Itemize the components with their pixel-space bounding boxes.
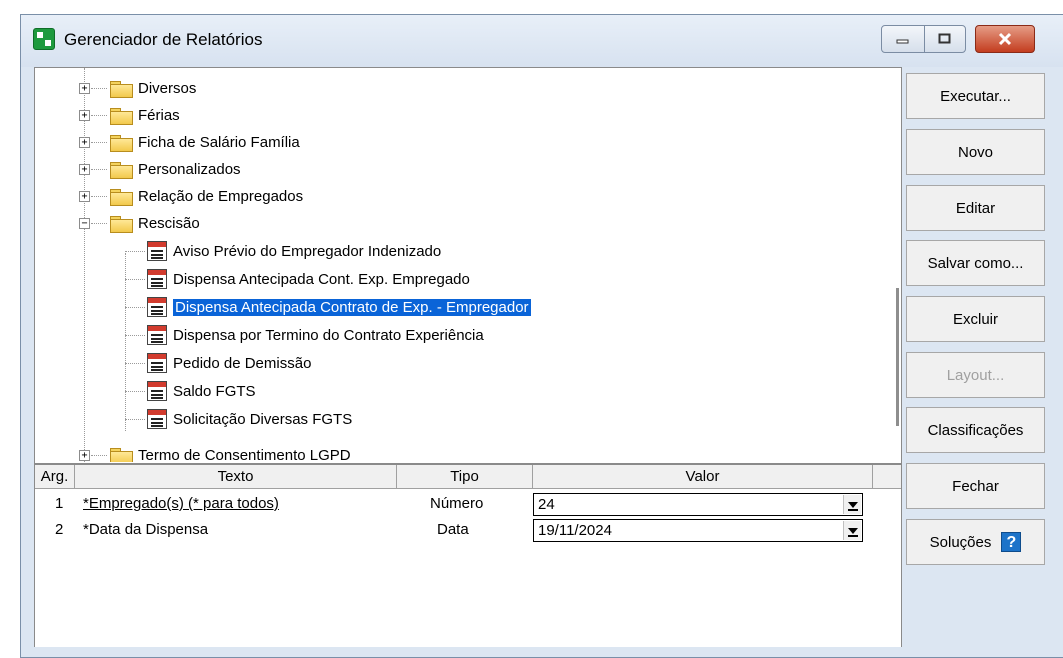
expand-icon[interactable]: + [79, 450, 90, 461]
expand-icon[interactable]: + [79, 191, 90, 202]
folder-icon [110, 188, 133, 206]
tree-item-label: Pedido de Demissão [173, 354, 312, 372]
tree-item-rescisao[interactable]: − Rescisão [79, 210, 200, 236]
classificacoes-button[interactable]: Classificações [906, 407, 1045, 453]
tree-item-label: Dispensa Antecipada Contrato de Exp. - E… [173, 298, 531, 316]
report-icon [147, 353, 167, 373]
app-icon [33, 28, 55, 50]
minimize-button[interactable] [881, 25, 925, 53]
valor-dropdown[interactable]: 19/11/2024 [533, 519, 863, 542]
header-valor[interactable]: Valor [533, 465, 873, 489]
grid-header: Arg. Texto Tipo Valor [35, 465, 901, 489]
cell-arg: 2 [55, 521, 64, 538]
editar-button[interactable]: Editar [906, 185, 1045, 231]
minimize-icon [896, 39, 909, 44]
expand-icon[interactable]: + [79, 137, 90, 148]
novo-button[interactable]: Novo [906, 129, 1045, 175]
table-row[interactable]: 1 *Empregado(s) (* para todos) Número 24 [35, 491, 901, 517]
header-tipo[interactable]: Tipo [397, 465, 533, 489]
maximize-button[interactable] [924, 25, 966, 53]
tree-item-report-selected[interactable]: Dispensa Antecipada Contrato de Exp. - E… [125, 294, 531, 320]
valor-dropdown[interactable]: 24 [533, 493, 863, 516]
cell-tipo: Data [437, 521, 469, 538]
report-icon [147, 241, 167, 261]
left-panel: + Diversos + Férias + Ficha de Salário F… [34, 67, 902, 647]
chevron-down-icon[interactable] [843, 495, 861, 514]
cell-arg: 1 [55, 495, 64, 512]
valor-value: 24 [538, 496, 555, 513]
report-icon [147, 381, 167, 401]
cell-tipo: Número [430, 495, 484, 512]
tree-scrollbar[interactable] [896, 288, 899, 426]
tree-item-label: Solicitação Diversas FGTS [173, 410, 353, 428]
arguments-grid: Arg. Texto Tipo Valor 1 *Empregado(s) (*… [35, 463, 901, 647]
help-icon: ? [1001, 532, 1022, 552]
tree-item-report[interactable]: Dispensa por Termino do Contrato Experiê… [125, 322, 484, 348]
report-manager-window: Gerenciador de Relatórios + Diversos + F… [20, 14, 1063, 658]
header-texto[interactable]: Texto [75, 465, 397, 489]
tree-item-ferias[interactable]: + Férias [79, 102, 180, 128]
tree-item-label: Aviso Prévio do Empregador Indenizado [173, 242, 442, 260]
expand-icon[interactable]: + [79, 164, 90, 175]
solucoes-label: Soluções [929, 533, 992, 551]
tree-item-label: Dispensa Antecipada Cont. Exp. Empregado [173, 270, 470, 288]
report-icon [147, 269, 167, 289]
excluir-button[interactable]: Excluir [906, 296, 1045, 342]
folder-icon [110, 447, 133, 462]
tree-item-report[interactable]: Dispensa Antecipada Cont. Exp. Empregado [125, 266, 470, 292]
report-tree[interactable]: + Diversos + Férias + Ficha de Salário F… [35, 68, 901, 462]
folder-icon [110, 134, 133, 152]
tree-item-label: Diversos [138, 79, 197, 97]
header-arg[interactable]: Arg. [35, 465, 75, 489]
table-row[interactable]: 2 *Data da Dispensa Data 19/11/2024 [35, 517, 901, 543]
tree-item-label: Saldo FGTS [173, 382, 256, 400]
report-icon [147, 297, 167, 317]
tree-item-termo-lgpd[interactable]: + Termo de Consentimento LGPD [79, 442, 351, 462]
tree-item-report[interactable]: Saldo FGTS [125, 378, 256, 404]
tree-item-report[interactable]: Pedido de Demissão [125, 350, 311, 376]
tree-item-label: Termo de Consentimento LGPD [138, 446, 351, 463]
close-button[interactable] [975, 25, 1035, 53]
layout-button: Layout... [906, 352, 1045, 398]
tree-item-ficha-salario-familia[interactable]: + Ficha de Salário Família [79, 129, 300, 155]
title-bar[interactable]: Gerenciador de Relatórios [21, 15, 1063, 67]
tree-item-report[interactable]: Solicitação Diversas FGTS [125, 406, 352, 432]
close-icon [998, 32, 1012, 46]
folder-open-icon [110, 215, 133, 233]
tree-item-personalizados[interactable]: + Personalizados [79, 156, 241, 182]
expand-icon[interactable]: + [79, 110, 90, 121]
action-buttons-panel: Executar... Novo Editar Salvar como... E… [906, 67, 1063, 647]
fechar-button[interactable]: Fechar [906, 463, 1045, 509]
expand-icon[interactable]: + [79, 83, 90, 94]
cell-texto: *Empregado(s) (* para todos) [83, 495, 279, 512]
tree-item-label: Rescisão [138, 214, 200, 232]
chevron-down-icon[interactable] [843, 521, 861, 540]
report-icon [147, 325, 167, 345]
window-title: Gerenciador de Relatórios [64, 30, 263, 49]
folder-icon [110, 161, 133, 179]
tree-item-label: Relação de Empregados [138, 187, 304, 205]
tree-item-label: Férias [138, 106, 180, 124]
valor-value: 19/11/2024 [538, 522, 612, 539]
maximize-icon [938, 33, 951, 44]
report-icon [147, 409, 167, 429]
cell-texto: *Data da Dispensa [83, 521, 209, 538]
folder-icon [110, 107, 133, 125]
collapse-icon[interactable]: − [79, 218, 90, 229]
tree-item-label: Ficha de Salário Família [138, 133, 300, 151]
tree-item-report[interactable]: Aviso Prévio do Empregador Indenizado [125, 238, 441, 264]
solucoes-button[interactable]: Soluções ? [906, 519, 1045, 565]
folder-icon [110, 80, 133, 98]
tree-item-label: Dispensa por Termino do Contrato Experiê… [173, 326, 484, 344]
tree-item-relacao-empregados[interactable]: + Relação de Empregados [79, 183, 303, 209]
salvar-como-button[interactable]: Salvar como... [906, 240, 1045, 286]
executar-button[interactable]: Executar... [906, 73, 1045, 119]
tree-item-label: Personalizados [138, 160, 241, 178]
tree-item-diversos[interactable]: + Diversos [79, 75, 196, 101]
